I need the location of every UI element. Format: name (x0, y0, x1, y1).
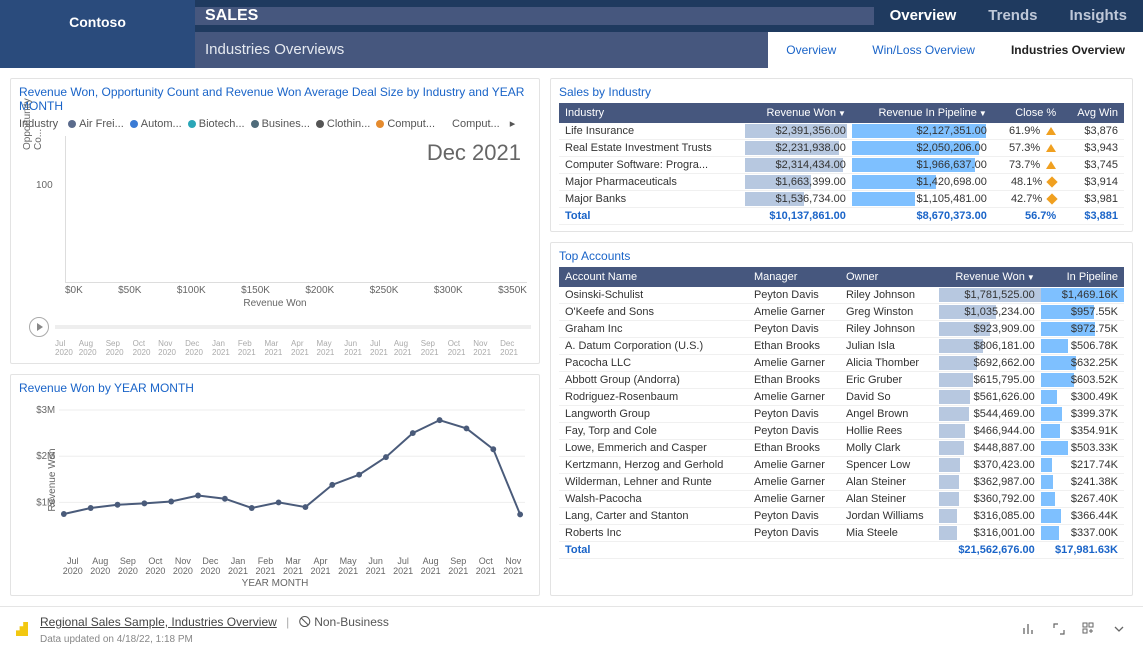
line-chart-card[interactable]: Revenue Won by YEAR MONTH Revenue Won $1… (10, 374, 540, 596)
legend-scroll-right-icon[interactable]: ▸ (510, 117, 516, 130)
line-title: Revenue Won by YEAR MONTH (19, 381, 531, 395)
legend-dot-icon (130, 120, 138, 128)
subtab-industries[interactable]: Industries Overview (993, 32, 1143, 68)
header: Contoso SALES Overview Trends Insights I… (0, 0, 1143, 68)
accounts-table[interactable]: Account NameManagerOwnerRevenue Won▼In P… (559, 267, 1124, 559)
col-header[interactable]: Account Name (559, 267, 748, 287)
classification-label: Non-Business (314, 615, 389, 629)
page-subtitle: Industries Overviews (195, 32, 768, 68)
table-row[interactable]: Computer Software: Progra... $2,314,434.… (559, 157, 1124, 174)
table-row[interactable]: Walsh-PacochaAmelie GarnerAlan Steiner $… (559, 491, 1124, 508)
scatter-x-axis: $0K$50K$100K$150K$200K$250K$300K$350K (65, 285, 527, 296)
table-row[interactable]: Osinski-SchulistPeyton DavisRiley Johnso… (559, 287, 1124, 304)
brand-logo: Contoso (0, 0, 195, 68)
subtab-overview[interactable]: Overview (768, 32, 854, 68)
line-x-axis: Jul2020Aug2020Sep2020Oct2020Nov2020Dec20… (59, 556, 527, 576)
table-row[interactable]: Roberts IncPeyton DavisMia Steele $316,0… (559, 525, 1124, 542)
table-row[interactable]: Real Estate Investment Trusts $2,231,938… (559, 140, 1124, 157)
industry-table-card[interactable]: Sales by Industry IndustryRevenue Won▼Re… (550, 78, 1133, 232)
legend-dot-icon (441, 120, 449, 128)
col-header[interactable]: Revenue Won▼ (939, 267, 1040, 287)
powerbi-icon (16, 622, 28, 636)
updated-label: Data updated on 4/18/22, 1:18 PM (40, 634, 389, 645)
col-header[interactable]: Avg Win (1062, 103, 1124, 123)
table-row[interactable]: Rodriguez-RosenbaumAmelie GarnerDavid So… (559, 389, 1124, 406)
table-total-row: Total$10,137,861.00$8,670,373.0056.7%$3,… (559, 208, 1124, 225)
legend-item[interactable]: Air Frei... (68, 118, 124, 130)
scatter-chart-card[interactable]: Revenue Won, Opportunity Count and Reven… (10, 78, 540, 364)
col-header[interactable]: Owner (840, 267, 939, 287)
line-y-label: Revenue Won (47, 448, 58, 511)
legend-item[interactable]: Autom... (130, 118, 182, 130)
table-row[interactable]: A. Datum Corporation (U.S.)Ethan BrooksJ… (559, 338, 1124, 355)
legend-dot-icon (316, 120, 324, 128)
grid-icon[interactable] (1081, 621, 1097, 637)
scatter-plot-area[interactable]: Opportunity Co... 100 Dec 2021 (65, 136, 527, 283)
timeline-labels: Jul 2020Aug 2020Sep 2020Oct 2020Nov 2020… (55, 339, 527, 357)
table-row[interactable]: Kertzmann, Herzog and GerholdAmelie Garn… (559, 457, 1124, 474)
main-tab-trends[interactable]: Trends (972, 0, 1053, 32)
col-header[interactable]: Industry (559, 103, 745, 123)
line-x-label: YEAR MONTH (19, 578, 531, 589)
legend-row[interactable]: Industry Air Frei...Autom...Biotech...Bu… (19, 117, 531, 130)
accounts-title: Top Accounts (559, 249, 1124, 263)
scatter-y-tick: 100 (36, 180, 53, 191)
fullscreen-icon[interactable] (1051, 621, 1067, 637)
footer: Regional Sales Sample, Industries Overvi… (0, 606, 1143, 651)
table-row[interactable]: Major Pharmaceuticals $1,663,399.00 $1,4… (559, 174, 1124, 191)
legend-dot-icon (376, 120, 384, 128)
table-row[interactable]: Pacocha LLCAmelie GarnerAlicia Thomber $… (559, 355, 1124, 372)
table-row[interactable]: Langworth GroupPeyton DavisAngel Brown $… (559, 406, 1124, 423)
table-row[interactable]: Life Insurance $2,391,356.00 $2,127,351.… (559, 123, 1124, 140)
table-row[interactable]: Fay, Torp and ColePeyton DavisHollie Ree… (559, 423, 1124, 440)
timeline-slider[interactable] (55, 325, 531, 329)
accounts-table-card[interactable]: Top Accounts Account NameManagerOwnerRev… (550, 242, 1133, 596)
table-row[interactable]: Abbott Group (Andorra)Ethan BrooksEric G… (559, 372, 1124, 389)
table-row[interactable]: Lang, Carter and StantonPeyton DavisJord… (559, 508, 1124, 525)
legend-item[interactable]: Clothin... (316, 118, 370, 130)
table-row[interactable]: O'Keefe and SonsAmelie GarnerGreg Winsto… (559, 304, 1124, 321)
table-total-row: Total$21,562,676.00$17,981.63K (559, 542, 1124, 559)
line-chart-area[interactable]: Revenue Won $1M$2M$3M (59, 405, 525, 554)
legend-item[interactable]: Comput... (441, 118, 500, 130)
play-button[interactable] (29, 317, 49, 337)
chart-icon[interactable] (1021, 621, 1037, 637)
legend-dot-icon (188, 120, 196, 128)
svg-text:$3M: $3M (36, 405, 55, 416)
play-axis (29, 317, 531, 337)
legend-item[interactable]: Busines... (251, 118, 310, 130)
main-tab-overview[interactable]: Overview (874, 0, 973, 32)
table-row[interactable]: Graham IncPeyton DavisRiley Johnson $923… (559, 321, 1124, 338)
scatter-title: Revenue Won, Opportunity Count and Reven… (19, 85, 531, 113)
col-header[interactable]: In Pipeline (1041, 267, 1124, 287)
chevron-down-icon[interactable] (1111, 621, 1127, 637)
col-header[interactable]: Revenue In Pipeline▼ (852, 103, 993, 123)
col-header[interactable]: Revenue Won▼ (745, 103, 852, 123)
industry-title: Sales by Industry (559, 85, 1124, 99)
sub-tabs: Overview Win/Loss Overview Industries Ov… (768, 32, 1143, 68)
scatter-x-label: Revenue Won (19, 298, 531, 309)
col-header[interactable]: Close % (993, 103, 1062, 123)
legend-dot-icon (68, 120, 76, 128)
breadcrumb-link[interactable]: Regional Sales Sample, Industries Overvi… (40, 615, 277, 629)
table-row[interactable]: Lowe, Emmerich and CasperEthan BrooksMol… (559, 440, 1124, 457)
scatter-y-label: Opportunity Co... (22, 90, 44, 150)
legend-item[interactable]: Comput... (376, 118, 435, 130)
main-tab-insights[interactable]: Insights (1053, 0, 1143, 32)
col-header[interactable]: Manager (748, 267, 840, 287)
sensitivity-icon: 🛇 (299, 615, 311, 629)
legend-dot-icon (251, 120, 259, 128)
table-row[interactable]: Major Banks $1,536,734.00 $1,105,481.00 … (559, 191, 1124, 208)
legend-item[interactable]: Biotech... (188, 118, 245, 130)
industry-table[interactable]: IndustryRevenue Won▼Revenue In Pipeline▼… (559, 103, 1124, 225)
subtab-winloss[interactable]: Win/Loss Overview (854, 32, 993, 68)
app-title: SALES (195, 7, 874, 25)
table-row[interactable]: Wilderman, Lehner and RunteAmelie Garner… (559, 474, 1124, 491)
scatter-date-label: Dec 2021 (427, 140, 521, 166)
